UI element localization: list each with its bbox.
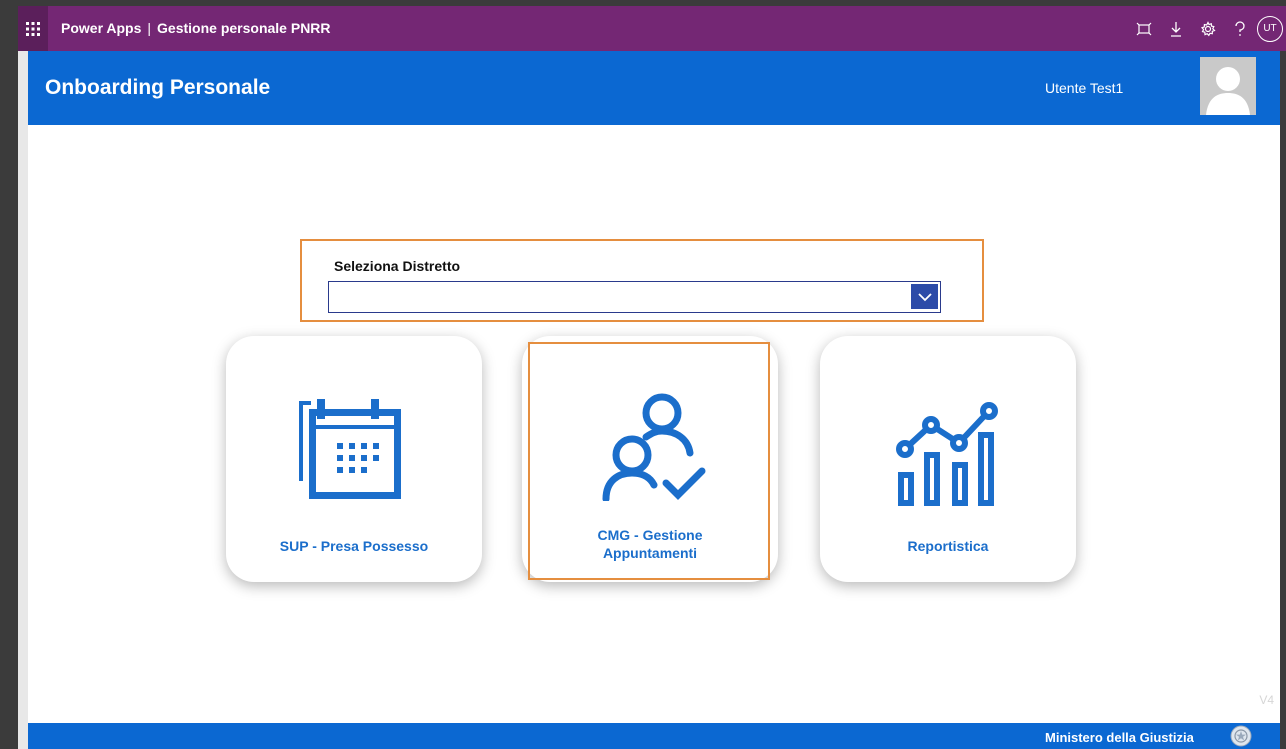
power-apps-suite-bar: Power Apps | Gestione personale PNRR UT — [18, 6, 1286, 51]
avatar-initials: UT — [1257, 15, 1283, 42]
card-label: Reportistica — [907, 538, 989, 554]
download-icon[interactable] — [1160, 6, 1192, 51]
district-selector-frame: Seleziona Distretto — [300, 239, 984, 322]
waffle-icon[interactable] — [18, 6, 48, 51]
suite-separator: | — [147, 20, 152, 36]
user-avatar-button[interactable]: UT — [1256, 6, 1286, 51]
app-canvas: Onboarding Personale Utente Test1 Selezi… — [28, 51, 1280, 749]
left-window-edge — [18, 51, 28, 749]
chevron-down-icon[interactable] — [911, 284, 938, 309]
district-dropdown[interactable] — [328, 281, 941, 313]
fit-screen-icon[interactable] — [1128, 6, 1160, 51]
page-title: Onboarding Personale — [45, 76, 271, 99]
settings-icon[interactable] — [1192, 6, 1224, 51]
ministry-name: Ministero della Giustizia — [1045, 730, 1194, 745]
bar-chart-trend-icon — [820, 391, 1076, 511]
help-icon[interactable] — [1224, 6, 1256, 51]
user-avatar-icon — [1200, 57, 1256, 115]
user-name: Utente Test1 — [1045, 80, 1124, 96]
card-reportistica[interactable]: Reportistica — [820, 336, 1076, 582]
app-footer: Ministero della Giustizia — [28, 723, 1280, 749]
app-header: Onboarding Personale Utente Test1 — [28, 51, 1280, 125]
card-sup-presa-possesso[interactable]: SUP - Presa Possesso — [226, 336, 482, 582]
suite-actions: UT — [1128, 6, 1286, 51]
suite-app-title: Gestione personale PNRR — [157, 20, 331, 36]
card-label: SUP - Presa Possesso — [279, 538, 429, 554]
suite-title: Power Apps | Gestione personale PNRR — [61, 6, 331, 51]
version-label: V4 — [1259, 693, 1274, 707]
calendar-icon — [226, 391, 482, 511]
suite-app-name: Power Apps — [61, 20, 142, 36]
district-label: Seleziona Distretto — [334, 258, 461, 274]
selection-highlight — [528, 342, 770, 580]
republic-emblem-icon — [1230, 725, 1252, 747]
